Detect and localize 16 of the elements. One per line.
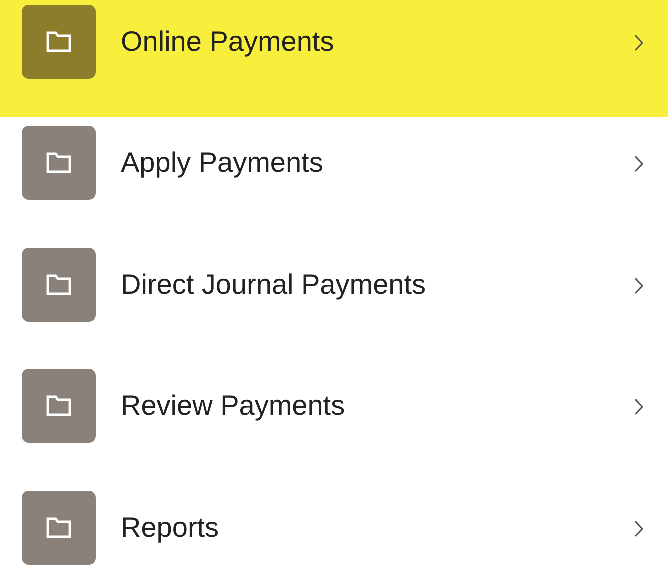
menu-item-label: Reports <box>121 510 220 545</box>
folder-icon <box>22 248 96 322</box>
chevron-right-icon <box>634 34 644 52</box>
chevron-right-icon <box>634 276 644 294</box>
menu-item[interactable]: Online Payments <box>0 0 668 117</box>
menu-item-label: Direct Journal Payments <box>121 268 428 302</box>
menu-item-label: Online Payments <box>121 25 336 59</box>
folder-icon <box>22 5 96 79</box>
menu-item-label: Review Payments <box>121 389 346 423</box>
chevron-right-icon <box>634 398 644 416</box>
chevron-right-icon <box>634 520 644 538</box>
menu-item-label: Apply Payments <box>121 146 324 180</box>
folder-icon <box>22 490 96 564</box>
folder-icon <box>22 126 96 200</box>
folder-icon <box>22 369 96 443</box>
chevron-right-icon <box>634 155 644 173</box>
